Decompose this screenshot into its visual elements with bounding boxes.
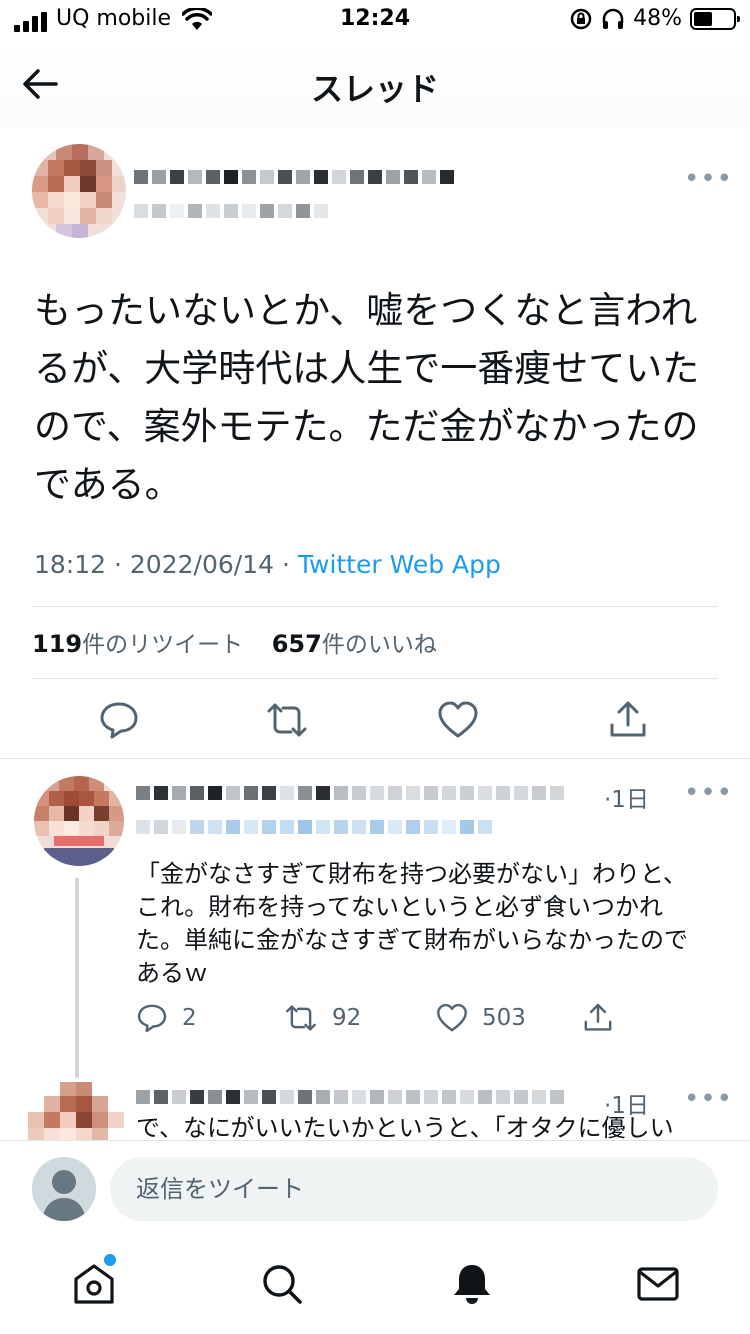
thread-connector: [75, 878, 79, 1078]
reply2-author-avatar[interactable]: [28, 1082, 124, 1142]
retweet-count[interactable]: 119: [32, 630, 82, 658]
my-avatar[interactable]: [32, 1157, 96, 1221]
reply2-text: で、なにがいいたいかというと、「オタクに優しい: [136, 1114, 674, 1140]
reply-composer: [0, 1140, 750, 1236]
reply-input[interactable]: [110, 1157, 718, 1221]
reply-reply-count: 2: [182, 1005, 197, 1031]
reply-text: 「金がなさすぎて財布を持つ必要がない」わりと、これ。財布を持ってないというと必ず…: [136, 860, 688, 987]
section-divider: [0, 758, 750, 759]
author-handle-redacted: [134, 204, 328, 218]
battery-percent: 48%: [633, 6, 682, 31]
page-title: スレッド: [310, 70, 439, 108]
reply-icon: [137, 1004, 167, 1033]
tab-notifications-icon[interactable]: [450, 1262, 494, 1306]
author-avatar[interactable]: [32, 144, 126, 238]
reply-age: ·1日: [604, 787, 649, 813]
headphones-icon: [602, 8, 624, 29]
author-name-redacted[interactable]: [134, 170, 454, 184]
tab-home-icon[interactable]: [72, 1262, 116, 1306]
more-options-icon[interactable]: •••: [684, 164, 733, 194]
divider: [32, 606, 718, 607]
meta-separator: ·: [114, 550, 122, 579]
reply-author-avatar[interactable]: [34, 776, 124, 866]
tweet-text: もったいないとか、嘘をつくなと言われるが、大学時代は人生で一番痩せていたので、案…: [34, 289, 700, 506]
reply-to-redacted: [136, 820, 492, 834]
status-right: 48%: [569, 6, 740, 31]
like-count-label[interactable]: 件のいいね: [322, 632, 437, 658]
meta-separator-2: ·: [281, 550, 290, 579]
tab-bar: [0, 1236, 750, 1334]
like-icon[interactable]: [437, 699, 479, 741]
default-avatar-icon: [32, 1157, 96, 1221]
retweet-count-label[interactable]: 件のリツイート: [82, 632, 243, 658]
tweet-actions: [0, 695, 750, 745]
reply-author-name-redacted[interactable]: [136, 786, 564, 800]
share-icon[interactable]: [607, 699, 649, 741]
reply-retweet-count: 92: [332, 1005, 362, 1031]
reply-like-action[interactable]: 503: [436, 1002, 526, 1034]
home-unread-dot: [104, 1254, 116, 1266]
tab-messages-icon[interactable]: [636, 1262, 680, 1306]
reply2-author-name-redacted[interactable]: [136, 1090, 564, 1104]
status-bar: UQ mobile 12:24 48%: [0, 0, 750, 42]
battery-icon: [690, 7, 740, 30]
like-icon: [437, 1003, 467, 1032]
tweet-meta: 18:12 · 2022/06/14 · Twitter Web App: [34, 550, 501, 579]
reply-more-options-icon[interactable]: •••: [684, 778, 733, 808]
reply-like-count: 503: [482, 1005, 526, 1031]
tweet-source-link[interactable]: Twitter Web App: [298, 550, 501, 579]
reply-retweet-action[interactable]: 92: [284, 1002, 361, 1034]
rotation-lock-icon: [570, 8, 592, 29]
like-count[interactable]: 657: [272, 630, 322, 658]
tab-search-icon[interactable]: [260, 1262, 304, 1306]
retweet-icon[interactable]: [266, 699, 308, 741]
reply-share-action[interactable]: [582, 1002, 614, 1034]
reply-icon[interactable]: [98, 699, 140, 741]
tweet-time: 18:12: [34, 550, 107, 579]
reply-actions: 2 92 503: [136, 1002, 636, 1042]
reply-reply-action[interactable]: 2: [136, 1002, 197, 1034]
nav-header: スレッド: [0, 42, 750, 128]
reply2-more-options-icon[interactable]: •••: [684, 1084, 733, 1114]
share-icon: [584, 1003, 612, 1031]
retweet-icon: [286, 1005, 316, 1031]
engagement-counts: 119件のリツイート 657件のいいね: [32, 625, 437, 659]
tweet-date: 2022/06/14: [129, 550, 274, 579]
divider: [32, 678, 718, 679]
